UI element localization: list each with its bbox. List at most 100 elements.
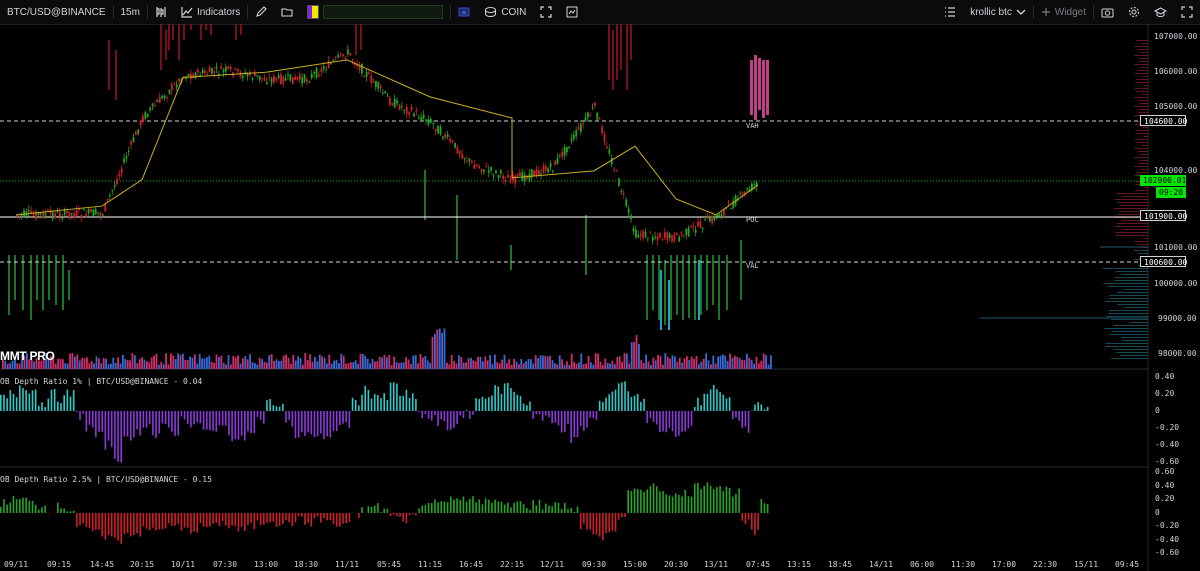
volume-bar (412, 355, 415, 369)
add-widget-button[interactable]: Widget (1034, 0, 1093, 24)
ob-depth-1pct-bar (405, 389, 408, 411)
ob-depth-2-5pct-bar (598, 513, 601, 537)
ob-depth-2-5pct-bar (551, 506, 553, 513)
liquidation-bar (585, 215, 587, 275)
ob-depth-2-5pct-bar (516, 501, 519, 513)
volume-bar (568, 364, 571, 369)
volume-profile-bar (1143, 238, 1148, 239)
settings-button[interactable] (1121, 0, 1147, 24)
candle-body (204, 70, 206, 74)
volume-bar (369, 363, 371, 369)
candle-body (608, 149, 611, 154)
volume-profile-bar (1140, 103, 1148, 104)
volume-bar (762, 353, 765, 369)
ob-depth-1pct-bar (196, 411, 199, 423)
volume-bar (352, 362, 355, 369)
coin-selector[interactable]: COIN (477, 0, 533, 24)
ob-depth-2-5pct-bar (110, 513, 113, 537)
ob-depth-2-5pct-bar (224, 513, 227, 526)
candle-body (680, 232, 683, 235)
ob-depth-1pct-bar (621, 382, 623, 411)
volume-bar (136, 363, 139, 369)
symbol-selector[interactable]: BTC/USD@BINANCE (0, 0, 113, 24)
volume-bar (765, 355, 767, 369)
ob-depth-1pct-bar (3, 394, 5, 411)
expand-button[interactable] (1174, 0, 1200, 24)
volume-bar (400, 362, 403, 369)
snapshot-button[interactable] (559, 0, 585, 24)
ob-depth-2-5pct-bar (370, 506, 373, 513)
candle-body (514, 175, 517, 184)
candle-body (284, 78, 287, 81)
candle-body (94, 209, 97, 215)
volume-bar (645, 354, 647, 369)
volume-bar (254, 363, 256, 369)
exchange-badge[interactable]: m (451, 0, 477, 24)
time-axis-label: 14/11 (868, 560, 894, 569)
ob-depth-2-5pct-bar (342, 513, 344, 524)
ob-depth-2-5pct-bar (148, 513, 151, 531)
ob-depth-1pct-bar (259, 411, 262, 420)
volume-bar (640, 360, 643, 369)
ob-depth-2-5pct-bar (408, 513, 411, 516)
volume-bar (93, 363, 95, 369)
candle-body (111, 189, 114, 192)
candle-body (277, 75, 280, 79)
candle-body (294, 76, 297, 80)
volume-bar (210, 361, 213, 369)
volume-bar (626, 353, 628, 369)
color-picker[interactable] (300, 0, 450, 24)
layout-name-selector[interactable]: krollic btc (963, 0, 1033, 24)
volume-bar (604, 358, 607, 369)
ob-depth-2-5pct-bar (519, 501, 522, 513)
ob-depth-2-5pct-bar (427, 503, 430, 513)
candle-body (330, 63, 332, 65)
price-chart-canvas[interactable] (0, 24, 1200, 571)
candle-body (507, 175, 509, 178)
layout-list-button[interactable] (937, 0, 963, 24)
volume-bar (402, 362, 405, 369)
liquidation-bar (668, 280, 670, 330)
candle-body (451, 141, 454, 143)
volume-bar (405, 357, 407, 369)
drawing-tool-button[interactable] (248, 0, 274, 24)
ob-depth-2-5pct-bar (101, 513, 103, 537)
ob-depth-1pct-bar (592, 411, 595, 419)
ob-depth-1pct-bar (554, 411, 557, 423)
ob-depth-1pct-bar (47, 398, 50, 411)
ob-depth-2-5pct-bar (269, 513, 271, 523)
candle-body (313, 72, 316, 74)
volume-bar (342, 355, 345, 369)
ob-depth-1pct-bar (513, 391, 515, 411)
chart-type-button[interactable] (148, 0, 174, 24)
ob-depth-2-5pct-bar (237, 513, 240, 532)
ob-depth-2-5pct-bar (263, 513, 265, 525)
volume-bar (582, 364, 585, 369)
volume-profile-bar (1141, 94, 1148, 95)
volume-profile-bar (1138, 61, 1148, 62)
ob-depth-2-5pct-bar (491, 502, 493, 513)
ob-depth-1pct-bar (541, 411, 544, 421)
interval-selector[interactable]: 15m (114, 0, 147, 24)
ob-depth-2-5pct-bar (297, 513, 300, 517)
ob-depth-1pct-bar (573, 411, 576, 438)
volume-bar (436, 329, 439, 369)
candle-body (132, 136, 135, 142)
open-layout-button[interactable] (274, 0, 300, 24)
candle-body (580, 124, 582, 132)
candle-body (339, 53, 342, 55)
candle-body (589, 115, 592, 117)
fullscreen-button[interactable] (533, 0, 559, 24)
volume-bar (530, 359, 532, 369)
camera-button[interactable] (1094, 0, 1121, 24)
indicators-button[interactable]: Indicators (174, 0, 247, 24)
candle-body (708, 216, 711, 222)
academy-button[interactable] (1147, 0, 1174, 24)
liquidation-bar (766, 60, 769, 115)
candle-body (370, 75, 373, 83)
ob-depth-1pct-bar (411, 393, 414, 411)
volume-profile-bar (1137, 70, 1148, 71)
ob-depth-2-5pct-bar (316, 513, 319, 517)
ob-depth-2-5pct-bar (231, 513, 233, 526)
ob-depth-2-5pct-bar (0, 506, 2, 513)
